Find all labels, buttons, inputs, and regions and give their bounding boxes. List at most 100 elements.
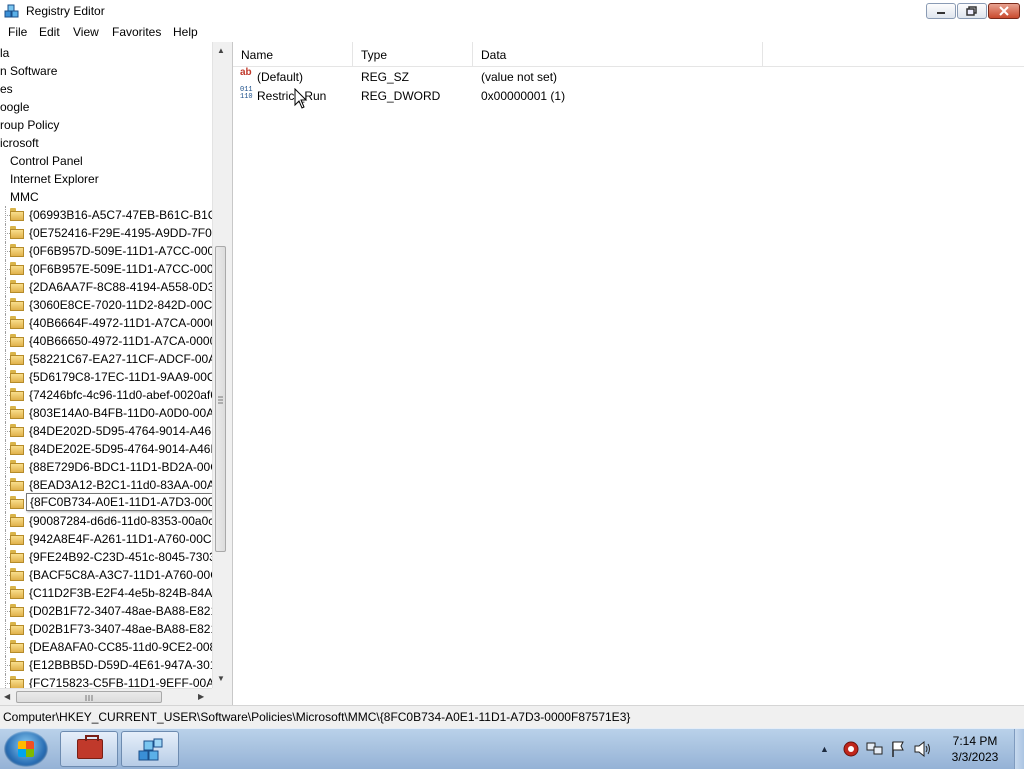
registry-editor-icon (138, 738, 163, 761)
registry-editor-icon (4, 4, 19, 18)
action-center-flag-icon[interactable] (890, 740, 906, 758)
menu-bar: File Edit View Favorites Help (0, 22, 1024, 42)
show-hidden-icons-icon[interactable]: ▲ (820, 744, 829, 754)
tree-item-label: {2DA6AA7F-8C88-4194-A558-0D36 (29, 280, 222, 294)
taskbar: ▲ 7:14 PM 3/3/2023 (0, 728, 1024, 769)
menu-edit[interactable]: Edit (39, 25, 60, 39)
tree-item-mmc-key[interactable]: {06993B16-A5C7-47EB-B61C-B1CB (0, 206, 224, 224)
tree-item-label: {90087284-d6d6-11d0-8353-00a0c9 (29, 514, 221, 528)
security-alert-icon[interactable] (843, 741, 859, 757)
scroll-right-arrow-icon[interactable]: ▶ (198, 692, 204, 701)
show-desktop-button[interactable] (1014, 729, 1024, 769)
tree-item-mmc-key[interactable]: {84DE202E-5D95-4764-9014-A46F9 (0, 440, 224, 458)
scroll-corner (212, 688, 228, 705)
menu-view[interactable]: View (73, 25, 99, 39)
tree-item-label: {9FE24B92-C23D-451c-8045-73038 (29, 550, 223, 564)
tree-item-label: roup Policy (0, 118, 60, 132)
folder-icon (10, 568, 24, 581)
tree-item-mmc-key[interactable]: {D02B1F73-3407-48ae-BA88-E8213 (0, 620, 224, 638)
tree-item-mmc-key[interactable]: {DEA8AFA0-CC85-11d0-9CE2-0080 (0, 638, 223, 656)
tree-item-mmc-key[interactable]: {9FE24B92-C23D-451c-8045-73038 (0, 548, 222, 566)
folder-icon (10, 388, 24, 401)
restore-icon (966, 6, 977, 16)
folder-icon (10, 280, 24, 293)
value-name: (Default) (257, 70, 304, 84)
close-button[interactable] (988, 3, 1020, 19)
folder-icon (10, 244, 24, 257)
tree-item-label: {BACF5C8A-A3C7-11D1-A760-00C (29, 568, 219, 582)
folder-icon (10, 658, 24, 671)
tree-item-mmc-key[interactable]: {E12BBB5D-D59D-4E61-947A-301D (0, 656, 225, 674)
folder-icon (10, 532, 24, 545)
restore-button[interactable] (957, 3, 987, 19)
taskbar-app-toolbox[interactable] (60, 731, 118, 767)
folder-icon (10, 424, 24, 437)
tree-item-mmc-key[interactable]: {3060E8CE-7020-11D2-842D-00C04 (0, 296, 226, 314)
folder-icon (10, 586, 24, 599)
column-header-data[interactable]: Data (473, 42, 763, 66)
scroll-thumb[interactable] (215, 246, 226, 552)
close-icon (999, 6, 1009, 16)
volume-icon[interactable] (914, 741, 932, 757)
folder-icon (10, 442, 24, 455)
folder-icon (10, 334, 24, 347)
scroll-up-arrow-icon[interactable]: ▲ (217, 46, 225, 55)
start-button[interactable] (4, 731, 48, 767)
tree-horizontal-scrollbar[interactable]: ◀ ▶ (0, 688, 212, 706)
tree-item-label: {DEA8AFA0-CC85-11d0-9CE2-0080 (29, 640, 223, 654)
tree-item-mmc-key[interactable]: {74246bfc-4c96-11d0-abef-0020af6 (0, 386, 217, 404)
column-header-type[interactable]: Type (353, 42, 473, 66)
tree-item-label: {C11D2F3B-E2F4-4e5b-824B-84A87 (29, 586, 226, 600)
column-header-name[interactable]: Name (233, 42, 353, 66)
folder-icon (10, 370, 24, 383)
menu-help[interactable]: Help (173, 25, 198, 39)
tree-item-mmc-key[interactable]: {2DA6AA7F-8C88-4194-A558-0D36 (0, 278, 221, 296)
value-row-default[interactable]: ab (Default) REG_SZ (value not set) (233, 68, 1024, 87)
menu-file[interactable]: File (8, 25, 27, 39)
tree-item-mmc-key[interactable]: {90087284-d6d6-11d0-8353-00a0c9 (0, 512, 221, 530)
tree-item-mmc-key[interactable]: {5D6179C8-17EC-11D1-9AA9-00C0 (0, 368, 222, 386)
tree-item-mmc-key[interactable]: {0F6B957D-509E-11D1-A7CC-0000 (0, 242, 221, 260)
taskbar-app-registry-editor[interactable] (121, 731, 179, 767)
clock[interactable]: 7:14 PM 3/3/2023 (940, 733, 1010, 765)
tree-item-mmc-key[interactable]: {8EAD3A12-B2C1-11d0-83AA-00A0 (0, 476, 222, 494)
tree-item-mmc-key[interactable]: {C11D2F3B-E2F4-4e5b-824B-84A87 (0, 584, 226, 602)
menu-favorites[interactable]: Favorites (112, 25, 161, 39)
tree-item-mmc-key[interactable]: {BACF5C8A-A3C7-11D1-A760-00C (0, 566, 219, 584)
tree-item-mmc-key[interactable]: {942A8E4F-A261-11D1-A760-00C04 (0, 530, 225, 548)
tree-item-label: {D02B1F72-3407-48ae-BA88-E8213 (29, 604, 224, 618)
registry-tree[interactable]: la n Software es oogle roup Policy icros… (0, 42, 229, 705)
tree-item-label: {E12BBB5D-D59D-4E61-947A-301D (29, 658, 226, 672)
value-type: REG_SZ (361, 70, 410, 84)
tree-item-mmc-key[interactable]: {40B6664F-4972-11D1-A7CA-0000F (0, 314, 224, 332)
tree-item-label: {D02B1F73-3407-48ae-BA88-E8213 (29, 622, 224, 636)
tree-item-mmc-key[interactable]: {0E752416-F29E-4195-A9DD-7F0D4 (0, 224, 227, 242)
values-list[interactable]: Name Type Data ab (Default) REG_SZ (valu… (232, 42, 1024, 705)
tree-item-mmc-key[interactable]: {D02B1F72-3407-48ae-BA88-E8213 (0, 602, 224, 620)
network-icon[interactable] (866, 741, 884, 757)
scroll-left-arrow-icon[interactable]: ◀ (4, 692, 10, 701)
tree-item-mmc-key[interactable]: {58221C67-EA27-11CF-ADCF-00AA (0, 350, 224, 368)
tree-item-label: {88E729D6-BDC1-11D1-BD2A-00C0 (29, 460, 226, 474)
tree-item-mmc-key[interactable]: {40B66650-4972-11D1-A7CA-0000F (0, 332, 224, 350)
scroll-down-arrow-icon[interactable]: ▼ (217, 674, 225, 683)
folder-icon (10, 298, 24, 311)
value-data: (value not set) (481, 70, 558, 84)
value-row-restrict-run[interactable]: 011 110 Restrict_Run REG_DWORD 0x00000001… (233, 87, 1024, 106)
tree-item-label: {3060E8CE-7020-11D2-842D-00C04 (29, 298, 226, 312)
tree-item-label: {0F6B957E-509E-11D1-A7CC-0000F (29, 262, 228, 276)
scroll-thumb[interactable] (16, 691, 162, 703)
tree-item-mmc-key[interactable]: {88E729D6-BDC1-11D1-BD2A-00C0 (0, 458, 226, 476)
title-bar: Registry Editor (0, 0, 1024, 23)
tree-item-mmc-key[interactable]: {803E14A0-B4FB-11D0-A0D0-00A0 (0, 404, 221, 422)
tree-item-label: {74246bfc-4c96-11d0-abef-0020af6 (29, 388, 217, 402)
minimize-button[interactable] (926, 3, 956, 19)
folder-icon (10, 316, 24, 329)
minimize-icon (937, 12, 945, 14)
tree-item-mmc-key[interactable]: {84DE202D-5D95-4764-9014-A46F9 (0, 422, 225, 440)
tree-vertical-scrollbar[interactable]: ▲ ▼ (212, 42, 229, 688)
tree-item-label: {0F6B957D-509E-11D1-A7CC-0000 (29, 244, 221, 258)
tree-item-label: es (0, 82, 13, 96)
tree-item-mmc-key[interactable]: {0F6B957E-509E-11D1-A7CC-0000F (0, 260, 228, 278)
folder-icon (10, 406, 24, 419)
